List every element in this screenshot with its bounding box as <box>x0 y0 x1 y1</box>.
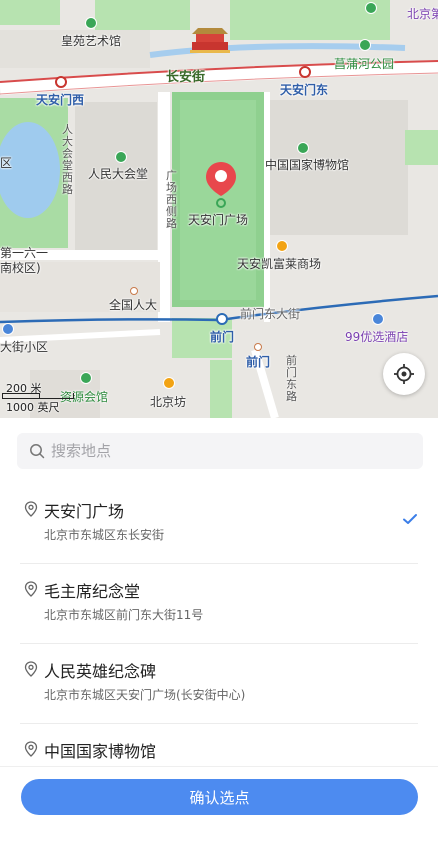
map-label: 天安凯富莱商场 <box>237 257 322 271</box>
place-name: 中国国家博物馆 <box>44 742 157 761</box>
place-address: 北京市东城区东长安街 <box>44 528 165 542</box>
check-icon <box>403 514 417 524</box>
map-label: 全国人大 <box>109 298 158 312</box>
hotel-poi-icon[interactable] <box>372 313 384 325</box>
pin-outline-icon <box>24 741 38 757</box>
map-label: 北京坊 <box>150 395 187 409</box>
place-picker-panel: 天安门广场北京市东城区东长安街毛主席纪念堂北京市东城区前门东大街11号人民英雄纪… <box>0 418 438 844</box>
pin-outline-icon <box>24 661 38 677</box>
map-label: 前门东路 <box>286 354 297 403</box>
search-input[interactable] <box>51 442 391 460</box>
map-label: 前门东大街 <box>240 307 301 321</box>
poi-icon[interactable] <box>2 323 14 335</box>
map-label: 人大会堂西路 <box>62 123 73 196</box>
map-label: 中国国家博物馆 <box>265 158 350 172</box>
map-label: 北京第 <box>407 7 438 21</box>
map-label: 99优选酒店 <box>345 330 409 344</box>
map-label: 天安门东 <box>280 83 329 97</box>
poi-icon[interactable] <box>80 372 92 384</box>
park-poi-icon[interactable] <box>365 2 377 14</box>
map-label: 南校区) <box>0 261 41 275</box>
place-list-item[interactable]: 天安门广场北京市东城区东长安街 <box>20 484 418 564</box>
place-name: 毛主席纪念堂 <box>44 582 141 601</box>
map-label: 区 <box>0 156 13 170</box>
park-poi-icon[interactable] <box>359 39 371 51</box>
map-label: 长安街 <box>166 70 206 85</box>
shopping-poi-icon[interactable] <box>276 240 288 252</box>
place-name: 人民英雄纪念碑 <box>44 662 157 681</box>
search-icon <box>30 444 45 459</box>
locate-icon <box>394 364 414 384</box>
park-poi-icon[interactable] <box>85 17 97 29</box>
metro-station-icon[interactable] <box>299 66 311 78</box>
map-label: 大街小区 <box>0 340 49 354</box>
scale-imperial: 1000 英尺 <box>6 401 60 414</box>
pin-outline-icon <box>24 581 38 597</box>
place-address: 北京市东城区天安门广场(长安街中心) <box>44 688 246 702</box>
place-list: 天安门广场北京市东城区东长安街毛主席纪念堂北京市东城区前门东大街11号人民英雄纪… <box>0 484 438 804</box>
place-dot-icon[interactable] <box>254 343 262 351</box>
location-pin-icon <box>206 162 236 208</box>
footer-bar: 确认选点 <box>0 766 438 844</box>
map-label: 广场西侧路 <box>166 169 177 230</box>
map-view[interactable]: 皇苑艺术馆 北京第 菖蒲河公园 长安街 天安门西 天安门东 区 人民大会堂 中国… <box>0 0 438 418</box>
poi-icon[interactable] <box>163 377 175 389</box>
map-label: 菖蒲河公园 <box>334 57 395 71</box>
map-label: 人民大会堂 <box>88 167 149 181</box>
search-bar[interactable] <box>17 433 423 469</box>
place-list-item[interactable]: 毛主席纪念堂北京市东城区前门东大街11号 <box>20 564 418 644</box>
metro-station-icon[interactable] <box>216 313 228 325</box>
pin-outline-icon <box>24 501 38 517</box>
map-label: 天安门广场 <box>188 213 249 227</box>
landmark-poi-icon[interactable] <box>297 142 309 154</box>
locate-button[interactable] <box>383 353 425 395</box>
landmark-poi-icon[interactable] <box>115 151 127 163</box>
place-address: 北京市东城区前门东大街11号 <box>44 608 204 622</box>
map-label: 皇苑艺术馆 <box>61 34 122 48</box>
place-name: 天安门广场 <box>44 502 125 521</box>
map-label: 前门 <box>246 355 271 369</box>
place-dot-icon[interactable] <box>130 287 138 295</box>
map-label: 前门 <box>210 330 235 344</box>
map-label: 天安门西 <box>36 93 85 107</box>
map-label: 第一六一 <box>0 246 49 260</box>
place-list-item[interactable]: 人民英雄纪念碑北京市东城区天安门广场(长安街中心) <box>20 644 418 724</box>
metro-station-icon[interactable] <box>55 76 67 88</box>
confirm-button[interactable]: 确认选点 <box>21 779 418 815</box>
